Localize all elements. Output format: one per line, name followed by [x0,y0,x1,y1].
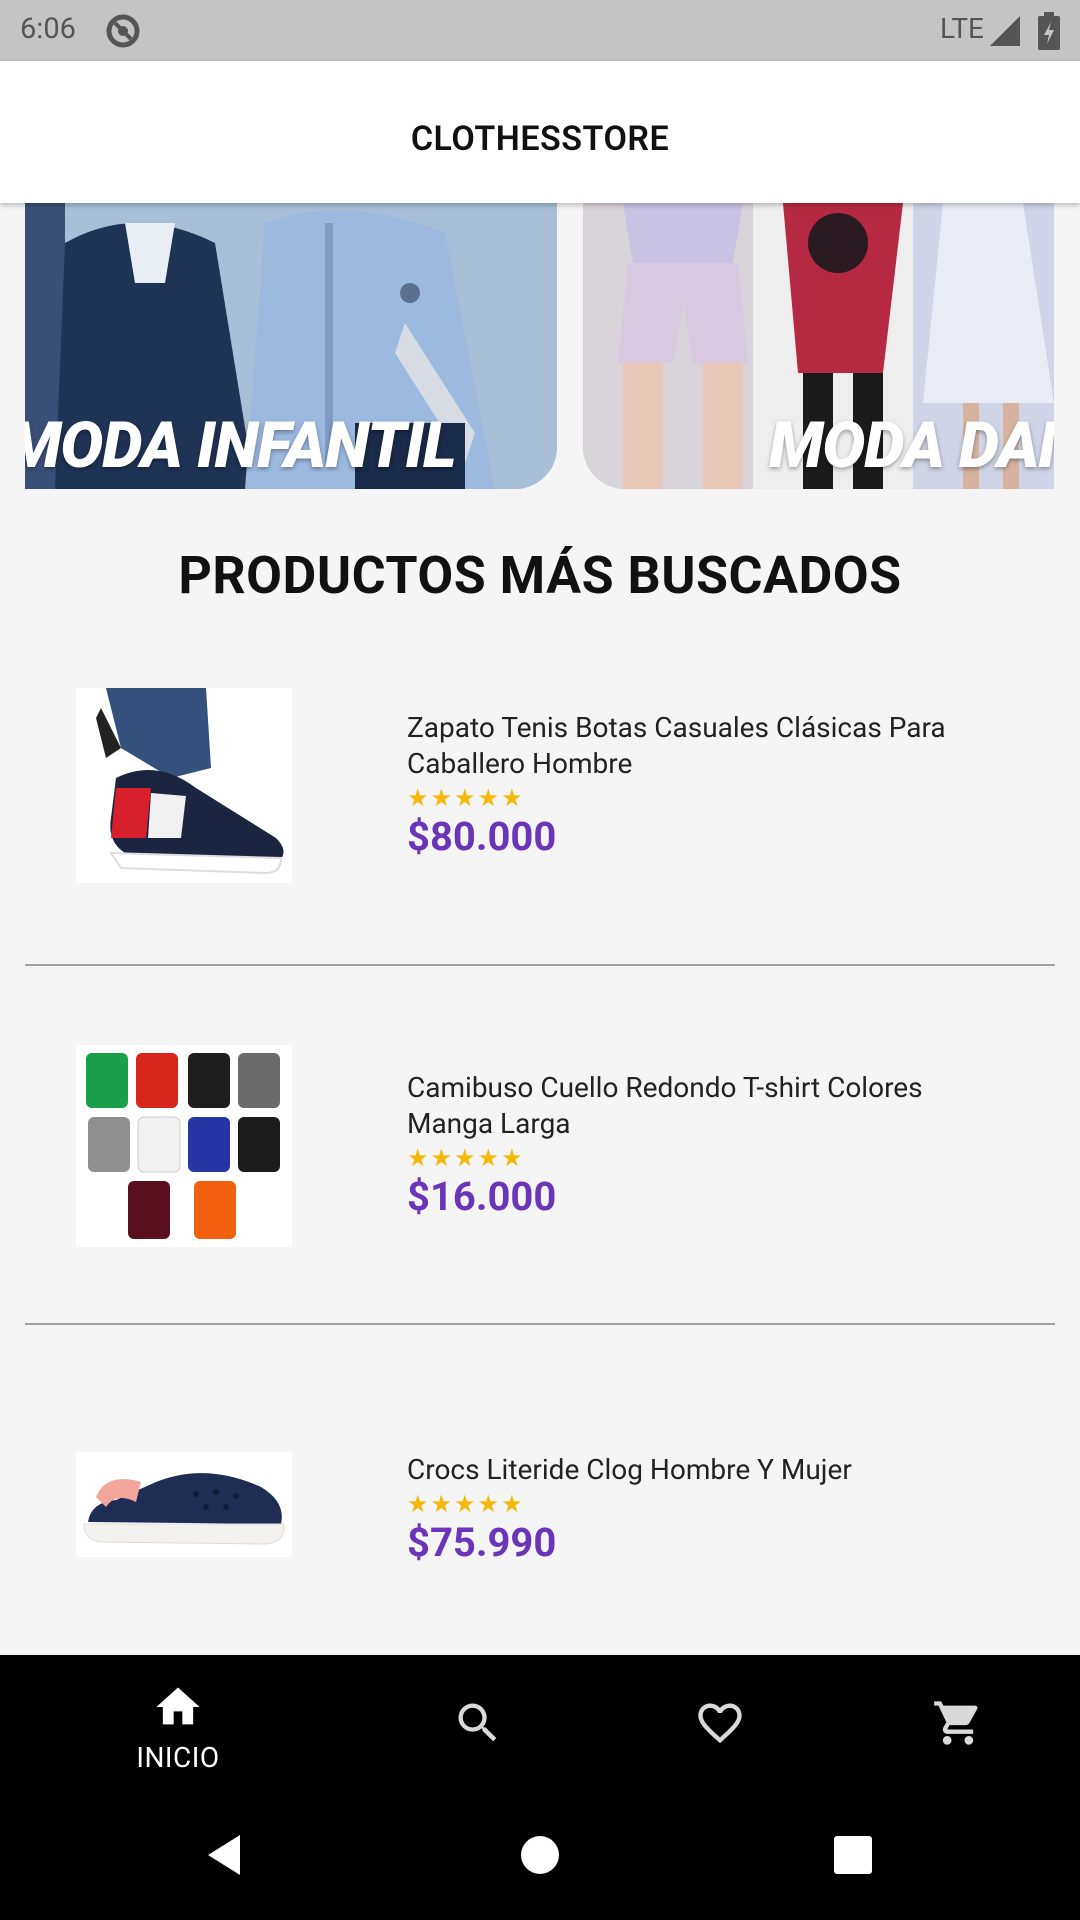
sneaker-image [76,688,292,883]
app-title: CLOTHESSTORE [410,119,670,159]
product-image[interactable] [76,688,292,883]
product-name: Crocs Literide Clog Hombre Y Mujer [407,1453,852,1486]
home-icon [156,1687,200,1725]
nav-item-search[interactable] [378,1655,578,1790]
banner-moda-dama[interactable]: MODA DAMA [583,203,1054,489]
nav-item-cart[interactable] [858,1655,1058,1790]
rating-stars: ★★★★★ [407,1490,525,1518]
app-bar: CLOTHESSTORE [0,61,1080,203]
bottom-navigation: INICIO [0,1655,1080,1790]
product-price: $75.990 [407,1519,557,1566]
divider [25,1323,1055,1325]
product-price: $80.000 [407,813,557,860]
cart-icon [934,1701,978,1745]
rating-stars: ★★★★★ [407,784,525,812]
category-carousel[interactable]: MODA INFANTIL MODA DAMA [0,203,1080,489]
sync-icon [106,14,140,48]
section-title: PRODUCTOS MÁS BUSCADOS [178,545,902,606]
product-card[interactable]: Crocs Literide Clog Hombre Y Mujer ★★★★★… [25,1452,1055,1566]
banner-moda-infantil[interactable]: MODA INFANTIL [25,203,557,489]
network-type: LTE [940,12,984,45]
product-image[interactable] [76,1452,292,1557]
status-time: 6:06 [20,12,76,46]
product-price: $16.000 [407,1173,557,1220]
recents-icon[interactable] [828,1830,878,1880]
product-name: Camibuso Cuello Redondo T-shirt Colores … [407,1071,923,1140]
product-name: Zapato Tenis Botas Casuales Clásicas Par… [407,711,946,780]
product-info: Zapato Tenis Botas Casuales Clásicas Par… [407,710,1007,862]
nav-label: INICIO [136,1741,220,1774]
product-card[interactable]: Camibuso Cuello Redondo T-shirt Colores … [25,1045,1055,1250]
rating-stars: ★★★★★ [407,1144,525,1172]
system-navigation-bar [0,1790,1080,1920]
status-bar: 6:06 LTE [0,0,1080,61]
product-card[interactable]: Zapato Tenis Botas Casuales Clásicas Par… [25,688,1055,888]
product-image[interactable] [76,1045,292,1247]
search-icon [458,1703,497,1742]
home-circle-icon[interactable] [515,1830,565,1880]
banner-label: MODA INFANTIL [25,408,457,483]
nav-item-inicio[interactable]: INICIO [78,1655,278,1790]
tshirts-image [76,1045,292,1247]
heart-icon [698,1703,742,1744]
signal-icon [990,16,1020,46]
divider [25,964,1055,966]
battery-icon [1038,12,1060,50]
product-info: Crocs Literide Clog Hombre Y Mujer ★★★★★… [407,1452,1007,1568]
crocs-image [76,1452,292,1557]
banner-label: MODA DAMA [769,408,1054,483]
back-icon[interactable] [200,1830,250,1880]
product-info: Camibuso Cuello Redondo T-shirt Colores … [407,1070,1007,1222]
nav-item-favorites[interactable] [620,1655,820,1790]
